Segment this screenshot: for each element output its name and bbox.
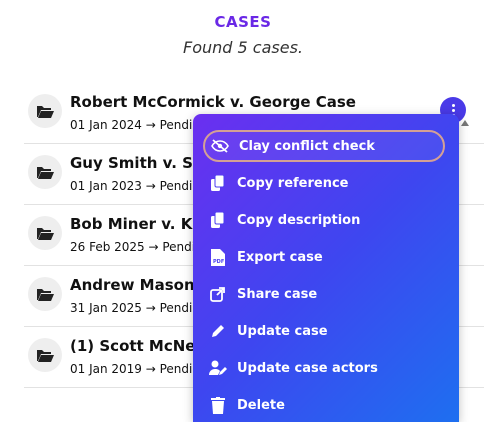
menu-item-export-case[interactable]: PDF Export case bbox=[203, 241, 445, 273]
scroll-up-arrow[interactable] bbox=[461, 120, 469, 126]
menu-item-update-case[interactable]: Update case bbox=[203, 315, 445, 347]
case-date-status: 31 Jan 2025 → Pendi bbox=[70, 301, 193, 315]
menu-item-label: Clay conflict check bbox=[239, 138, 375, 154]
pdf-icon: PDF bbox=[209, 248, 227, 266]
eye-slash-icon bbox=[211, 137, 229, 155]
menu-item-label: Copy description bbox=[237, 212, 361, 228]
menu-item-share-case[interactable]: Share case bbox=[203, 278, 445, 310]
menu-item-label: Export case bbox=[237, 249, 323, 265]
folder-open-icon bbox=[28, 277, 62, 311]
menu-item-delete[interactable]: Delete bbox=[203, 389, 445, 421]
case-date-status: 01 Jan 2023 → Pendin bbox=[70, 179, 200, 193]
menu-item-label: Update case actors bbox=[237, 360, 378, 376]
menu-item-label: Update case bbox=[237, 323, 328, 339]
results-count: Found 5 cases. bbox=[183, 38, 303, 57]
page-title: CASES bbox=[214, 13, 272, 31]
folder-open-icon bbox=[28, 155, 62, 189]
menu-item-copy-description[interactable]: Copy description bbox=[203, 204, 445, 236]
copy-icon bbox=[209, 211, 227, 229]
menu-item-label: Share case bbox=[237, 286, 318, 302]
kebab-dot bbox=[451, 108, 455, 112]
menu-item-update-case-actors[interactable]: Update case actors bbox=[203, 352, 445, 384]
case-actions-menu: Clay conflict check Copy reference Copy … bbox=[193, 114, 459, 422]
copy-icon bbox=[209, 174, 227, 192]
kebab-dot bbox=[451, 103, 455, 107]
folder-open-icon bbox=[28, 216, 62, 250]
folder-open-icon bbox=[28, 94, 62, 128]
case-date-status: 01 Jan 2024 → Pending bbox=[70, 118, 208, 132]
folder-open-icon bbox=[28, 338, 62, 372]
trash-icon bbox=[209, 396, 227, 414]
case-date-status: 01 Jan 2019 → Pendin bbox=[70, 362, 200, 376]
case-title[interactable]: Robert McCormick v. George Case bbox=[70, 93, 356, 111]
menu-item-copy-reference[interactable]: Copy reference bbox=[203, 167, 445, 199]
pencil-icon bbox=[209, 322, 227, 340]
user-edit-icon bbox=[209, 359, 227, 377]
case-date-status: 26 Feb 2025 → Pendi bbox=[70, 240, 196, 254]
menu-item-clay-conflict-check[interactable]: Clay conflict check bbox=[203, 130, 445, 162]
svg-text:PDF: PDF bbox=[213, 259, 224, 265]
share-icon bbox=[209, 285, 227, 303]
menu-item-label: Delete bbox=[237, 397, 285, 413]
menu-item-label: Copy reference bbox=[237, 175, 349, 191]
